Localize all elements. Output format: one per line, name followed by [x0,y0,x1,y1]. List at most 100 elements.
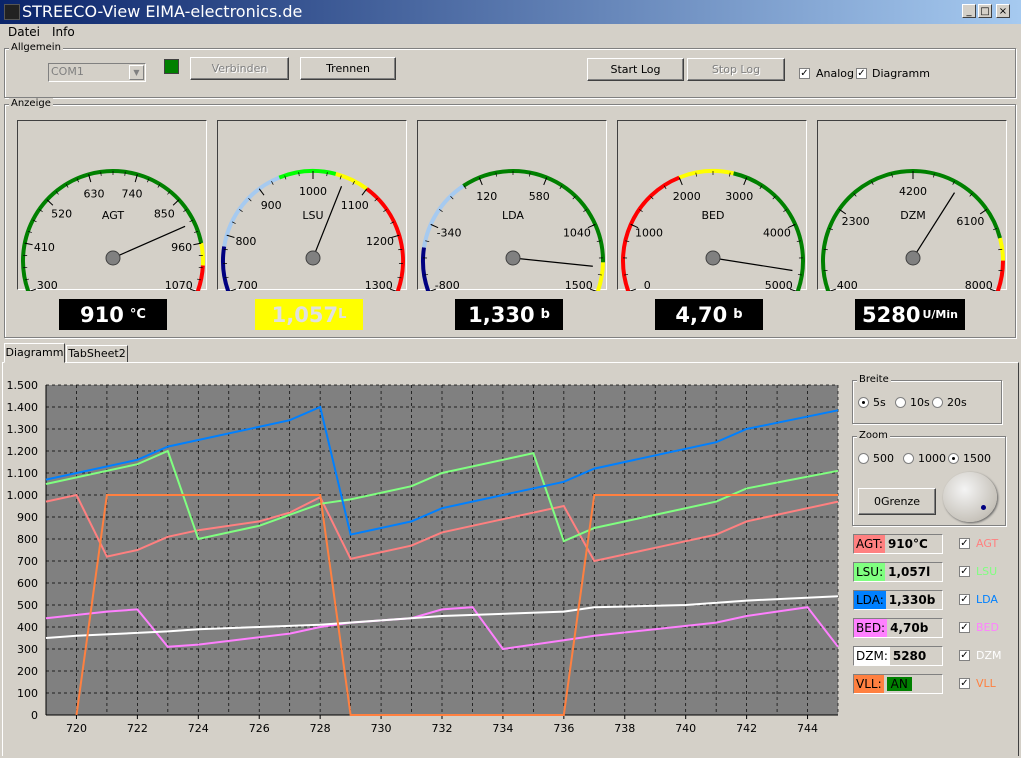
gauge-tick-label: 580 [529,190,550,203]
series-checkbox-vll[interactable]: ✓ [959,678,970,689]
y-tick-label: 500 [17,599,38,612]
diagramm-checkbox[interactable]: ✓ [856,68,867,79]
value-box-lda: LDA: 1,330b [853,590,943,610]
display-agt: 910 °C [59,299,167,330]
zoom-radio-1500[interactable] [948,453,959,464]
zoom-radio-label: 500 [873,452,894,465]
value-box-bed: BED: 4,70b [853,618,943,638]
y-tick-label: 1.200 [7,445,39,458]
x-tick-label: 732 [432,722,453,735]
display-lsu: 1,057 L [255,299,363,330]
value-key: LSU: [854,563,886,581]
gauge-zone [335,171,368,191]
gauge-name: AGT [102,209,124,222]
gauge-tick-label: 8000 [965,279,993,291]
breite-radio-20s[interactable] [932,397,943,408]
zoom-radio-500[interactable] [858,453,869,464]
gauge-zone [462,169,605,263]
port-select[interactable]: COM1 ▼ [48,63,146,82]
x-tick-label: 744 [797,722,818,735]
breite-label: Breite [857,374,891,385]
breite-radio-10s[interactable] [895,397,906,408]
line-chart: 0 100 200 300 400 500 600 700 800 900 1.000 1.100 1.… [7,379,839,735]
x-tick-label: 736 [553,722,574,735]
menu-datei[interactable]: Datei [8,25,40,39]
gauge-name: LDA [502,209,524,222]
y-tick-label: 700 [17,555,38,568]
gauge-needle [912,192,956,259]
series-checkbox-agt[interactable]: ✓ [959,538,970,549]
chevron-down-icon[interactable]: ▼ [129,65,144,80]
series-checkbox-lsu[interactable]: ✓ [959,566,970,577]
series-checkbox-label: LDA [976,593,998,606]
gauge-bed: 0 1000 2000 3000 4000 5000 BED [617,120,807,291]
y-tick-label: 900 [17,511,38,524]
gauge-tick-label: 520 [51,207,72,220]
value-reading: 1,057l [888,565,931,579]
value-box-dzm: DZM: 5280 [853,646,943,666]
analog-checkbox[interactable]: ✓ [799,68,810,79]
gauge-tick-label: 800 [235,235,256,248]
value-reading: 1,330b [888,593,936,607]
close-button[interactable]: × [996,4,1010,18]
zoom-knob[interactable] [943,472,997,522]
stop-log-button[interactable]: Stop Log [687,58,785,81]
x-tick-label: 726 [249,722,270,735]
x-tick-label: 734 [492,722,513,735]
menu-info[interactable]: Info [52,25,75,39]
gauge-zone [995,260,1005,291]
display-unit: °C [129,307,146,322]
diagramm-label: Diagramm [872,67,930,80]
minimize-button[interactable]: _ [962,4,976,18]
value-reading: 4,70b [890,621,929,635]
y-tick-label: 1.500 [7,379,39,392]
gauge-tick-label: 740 [121,188,142,201]
gauge-zone [421,247,431,291]
display-value: 5280 [862,302,921,327]
x-tick-label: 742 [736,722,757,735]
gauge-tick-label: 960 [171,241,192,254]
breite-radio-5s[interactable] [858,397,869,408]
verbinden-button[interactable]: Verbinden [190,57,289,80]
value-box-lsu: LSU: 1,057l [853,562,943,582]
zoom-radio-1000[interactable] [903,453,914,464]
gauge-tick-label: 1000 [635,227,663,240]
display-value: 4,70 [675,302,728,327]
gauge-tick-label: 2300 [842,215,870,228]
value-reading: 5280 [892,649,927,663]
y-tick-label: 300 [17,643,38,656]
y-tick-label: 400 [17,621,38,634]
gauge-tick-label: -800 [435,279,460,291]
display-value: 910 [80,302,124,327]
gauge-tick-label: 120 [476,190,497,203]
gauge-dial: 300 410 520 630 740 850 960 1070 AGT [21,169,205,291]
tab-diagramm[interactable]: Diagramm [4,343,65,363]
nullgrenze-button[interactable]: 0Grenze [858,488,936,515]
zoom-label: Zoom [857,430,890,441]
maximize-button[interactable]: □ [978,4,992,18]
gauge-tick-label: 850 [154,207,175,220]
gauge-lda: -800 -340 120 580 1040 1500 LDA [417,120,607,291]
trennen-button[interactable]: Trennen [300,57,396,80]
zoom-radio-label: 1500 [963,452,991,465]
y-tick-label: 1.000 [7,489,39,502]
gauge-tick-label: 1200 [366,235,394,248]
tab-tabsheet2[interactable]: TabSheet2 [66,345,128,363]
series-checkbox-bed[interactable]: ✓ [959,622,970,633]
start-log-button[interactable]: Start Log [587,58,684,81]
value-box-vll: VLL: AN [853,674,943,694]
value-key: LDA: [854,591,886,609]
title-bar: STREECO-View EIMA-electronics.de _ □ × [0,0,1021,24]
gauge-zone [195,265,205,291]
gauge-lsu: 700 800 900 1000 1100 1200 1300 LSU [217,120,407,291]
gauge-tick-label: 900 [261,199,282,212]
series-checkbox-dzm[interactable]: ✓ [959,650,970,661]
port-select-value: COM1 [51,65,84,78]
gauge-hub [705,250,721,266]
series-checkbox-lda[interactable]: ✓ [959,594,970,605]
value-key: AGT: [854,535,885,553]
x-tick-label: 722 [127,722,148,735]
gauge-dial: -800 -340 120 580 1040 1500 LDA [421,169,605,291]
window-title: STREECO-View EIMA-electronics.de [22,2,303,21]
y-tick-label: 1.400 [7,401,39,414]
